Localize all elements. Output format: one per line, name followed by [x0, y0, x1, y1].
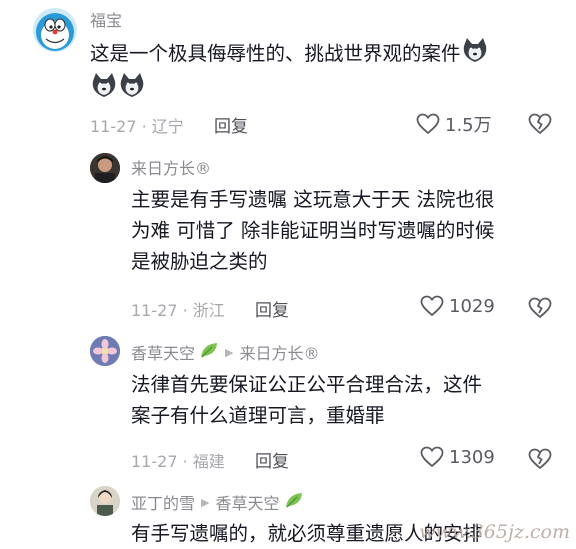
like-button[interactable]: 1.5万 [416, 111, 492, 137]
like-button[interactable]: 1029 [420, 295, 495, 317]
user-photo-icon [90, 153, 120, 183]
heart-icon [420, 446, 444, 468]
like-button[interactable]: 1309 [420, 446, 495, 468]
avatar[interactable] [90, 486, 120, 516]
broken-heart-icon [528, 448, 552, 470]
comment-text: 主要是有手写遗嘱 这玩意大于天 法院也很 为难 可惜了 除非能证明当时写遗嘱的时… [131, 188, 495, 273]
avatar[interactable] [90, 336, 120, 366]
user-photo-icon [90, 486, 120, 516]
reply-button[interactable]: 回复 [255, 296, 289, 321]
comment-author[interactable]: 香草天空 ▶ 来日方长® [131, 340, 320, 364]
reply-arrow-icon: ▶ [225, 345, 234, 359]
flower-avatar-icon [90, 336, 120, 366]
comment-author[interactable]: 福宝 [90, 7, 122, 31]
leaf-badge-icon [199, 341, 219, 363]
comment-meta: 11-27 · 福建 [131, 452, 225, 471]
avatar[interactable] [90, 153, 120, 183]
leaf-badge-icon [284, 491, 304, 513]
dislike-button[interactable] [528, 448, 552, 474]
comment-meta: 11-27 · 浙江 [131, 301, 225, 320]
dislike-button[interactable] [528, 113, 552, 139]
avatar[interactable] [33, 8, 77, 52]
broken-heart-icon [528, 113, 552, 135]
dislike-button[interactable] [528, 297, 552, 323]
doraemon-avatar-icon [36, 13, 74, 51]
husky-emoji-icon [90, 72, 118, 107]
comment-text: 这是一个极具侮辱性的、挑战世界观的案件 [90, 37, 560, 107]
husky-emoji-icon [461, 37, 489, 72]
heart-icon [420, 295, 444, 317]
reply-button[interactable]: 回复 [214, 112, 248, 137]
heart-icon [416, 113, 440, 135]
husky-emoji-icon [118, 72, 146, 107]
comment-author[interactable]: 来日方长® [131, 155, 211, 179]
comment-text: 法律首先要保证公正公平合理合法，这件 案子有什么道理可言，重婚罪 [131, 373, 483, 427]
reply-arrow-icon: ▶ [201, 495, 210, 509]
comment-meta: 11-27 · 辽宁 [90, 117, 184, 136]
comment-author[interactable]: 亚丁的雪 ▶ 香草天空 [131, 490, 304, 514]
broken-heart-icon [528, 297, 552, 319]
watermark: www.365jz.com [419, 521, 570, 543]
reply-button[interactable]: 回复 [255, 447, 289, 472]
